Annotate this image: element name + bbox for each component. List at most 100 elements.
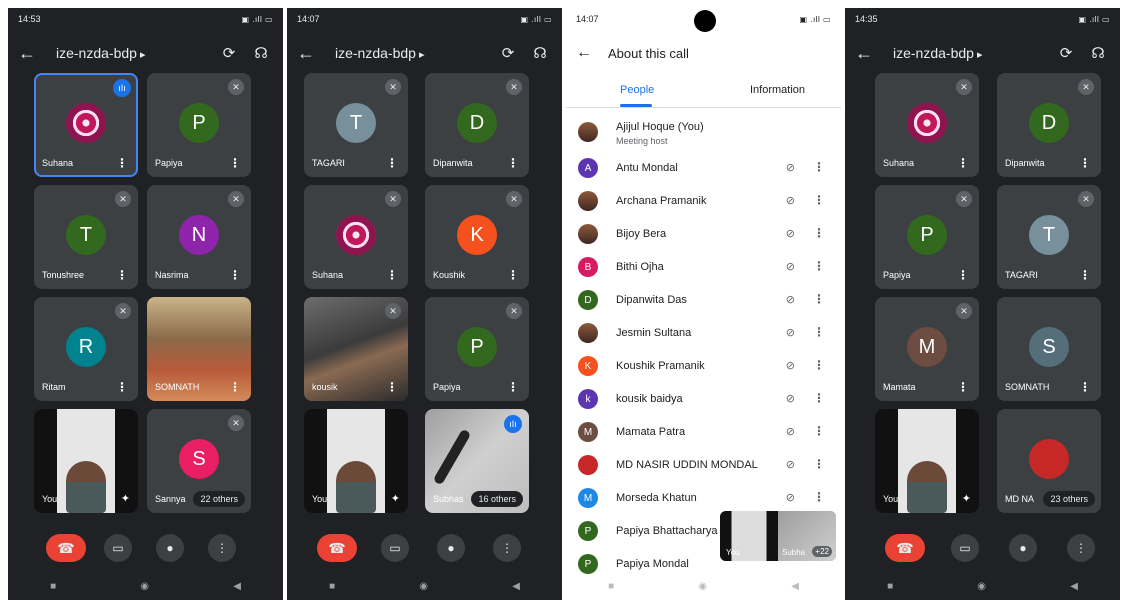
more-options-icon[interactable]: ⋮: [813, 490, 825, 504]
more-options-icon[interactable]: ⋮: [386, 380, 398, 394]
back-icon[interactable]: ◀: [1070, 581, 1078, 592]
participant-tile[interactable]: R ✕ Ritam ⋮: [34, 297, 138, 401]
list-item[interactable]: Archana Pramanik ⊘ ⋮: [566, 185, 841, 218]
back-icon[interactable]: ◀: [512, 581, 520, 592]
participant-tile[interactable]: ıIı Subhas 16 others: [425, 409, 529, 513]
participant-tile[interactable]: M ✕ Mamata ⋮: [875, 297, 979, 401]
participant-tile[interactable]: SOMNATH ⋮: [147, 297, 251, 401]
back-icon[interactable]: ◀: [233, 581, 241, 592]
more-options-button[interactable]: ⋮: [208, 534, 236, 562]
participant-tile[interactable]: T ✕ TAGARI ⋮: [304, 73, 408, 177]
more-options-icon[interactable]: ⋮: [1079, 268, 1091, 282]
more-options-icon[interactable]: ⋮: [116, 156, 128, 170]
tab-information[interactable]: Information: [750, 84, 805, 96]
list-item[interactable]: MD NASIR UDDIN MONDAL ⊘ ⋮: [566, 449, 841, 482]
more-options-icon[interactable]: ⋮: [386, 268, 398, 282]
home-icon[interactable]: ◉: [140, 581, 149, 592]
more-options-icon[interactable]: ⋮: [116, 268, 128, 282]
home-icon[interactable]: ◉: [977, 581, 986, 592]
more-options-icon[interactable]: ⋮: [813, 259, 825, 273]
switch-camera-icon[interactable]: ⟳: [496, 44, 520, 62]
mic-button[interactable]: ●: [1009, 534, 1037, 562]
list-item[interactable]: D Dipanwita Das ⊘ ⋮: [566, 284, 841, 317]
list-item[interactable]: Ajijul Hoque (You) Meeting host: [566, 116, 841, 152]
more-options-icon[interactable]: ⋮: [507, 380, 519, 394]
more-options-icon[interactable]: ⋮: [813, 160, 825, 174]
end-call-button[interactable]: ☎: [885, 534, 925, 562]
back-arrow-icon[interactable]: ←: [855, 43, 875, 64]
list-item[interactable]: k kousik baidya ⊘ ⋮: [566, 383, 841, 416]
more-options-icon[interactable]: ⋮: [957, 156, 969, 170]
more-options-icon[interactable]: ⋮: [507, 156, 519, 170]
participant-tile[interactable]: T ✕ Tonushree ⋮: [34, 185, 138, 289]
back-arrow-icon[interactable]: ←: [576, 44, 596, 62]
more-options-icon[interactable]: ⋮: [813, 424, 825, 438]
home-icon[interactable]: ◉: [698, 581, 707, 592]
participant-tile[interactable]: P ✕ Papiya ⋮: [875, 185, 979, 289]
others-count-badge[interactable]: 22 others: [193, 491, 245, 507]
list-item[interactable]: A Antu Mondal ⊘ ⋮: [566, 152, 841, 185]
participant-tile[interactable]: D ✕ Dipanwita ⋮: [425, 73, 529, 177]
more-options-icon[interactable]: ⋮: [507, 268, 519, 282]
switch-camera-icon[interactable]: ⟳: [1054, 44, 1078, 62]
participant-tile[interactable]: S SOMNATH ⋮: [997, 297, 1101, 401]
mic-button[interactable]: ●: [437, 534, 465, 562]
effects-sparkle-icon[interactable]: ✦: [121, 492, 130, 505]
participant-tile[interactable]: MD NA 23 others: [997, 409, 1101, 513]
more-options-icon[interactable]: ⋮: [116, 380, 128, 394]
meeting-code[interactable]: ize-nzda-bdp: [56, 45, 209, 61]
list-item[interactable]: Bijoy Bera ⊘ ⋮: [566, 218, 841, 251]
others-count-badge[interactable]: 16 others: [471, 491, 523, 507]
recents-icon[interactable]: ■: [50, 581, 56, 592]
participant-tile[interactable]: K ✕ Koushik ⋮: [425, 185, 529, 289]
more-options-button[interactable]: ⋮: [493, 534, 521, 562]
effects-sparkle-icon[interactable]: ✦: [391, 492, 400, 505]
participant-tile[interactable]: T ✕ TAGARI ⋮: [997, 185, 1101, 289]
participant-tile[interactable]: ✕ kousik ⋮: [304, 297, 408, 401]
list-item[interactable]: B Bithi Ojha ⊘ ⋮: [566, 251, 841, 284]
effects-sparkle-icon[interactable]: ✦: [962, 492, 971, 505]
more-options-icon[interactable]: ⋮: [813, 391, 825, 405]
switch-camera-icon[interactable]: ⟳: [217, 44, 241, 62]
more-options-icon[interactable]: ⋮: [957, 380, 969, 394]
back-arrow-icon[interactable]: ←: [297, 43, 317, 64]
more-options-icon[interactable]: ⋮: [1079, 380, 1091, 394]
self-view-tile[interactable]: You ✦: [34, 409, 138, 513]
tab-people[interactable]: People: [620, 84, 654, 96]
participant-tile[interactable]: ıIı Suhana ⋮: [34, 73, 138, 177]
more-options-icon[interactable]: ⋮: [813, 358, 825, 372]
participant-tile[interactable]: S ✕ Sannya 22 others: [147, 409, 251, 513]
recents-icon[interactable]: ■: [329, 581, 335, 592]
mic-button[interactable]: ●: [156, 534, 184, 562]
more-options-icon[interactable]: ⋮: [813, 292, 825, 306]
participant-tile[interactable]: P ✕ Papiya ⋮: [147, 73, 251, 177]
recents-icon[interactable]: ■: [887, 581, 893, 592]
participant-tile[interactable]: ✕ Suhana ⋮: [875, 73, 979, 177]
meeting-code[interactable]: ize-nzda-bdp: [335, 45, 488, 61]
self-view-tile[interactable]: You ✦: [875, 409, 979, 513]
recents-icon[interactable]: ■: [608, 581, 614, 592]
more-options-icon[interactable]: ⋮: [813, 457, 825, 471]
others-count-badge[interactable]: 23 others: [1043, 491, 1095, 507]
picture-in-picture[interactable]: You Subha +22: [720, 511, 836, 561]
audio-output-icon[interactable]: ☊: [528, 44, 552, 62]
camera-button[interactable]: ▭: [951, 534, 979, 562]
self-view-tile[interactable]: You ✦: [304, 409, 408, 513]
back-arrow-icon[interactable]: ←: [18, 43, 38, 64]
list-item[interactable]: K Koushik Pramanik ⊘ ⋮: [566, 350, 841, 383]
participant-tile[interactable]: P ✕ Papiya ⋮: [425, 297, 529, 401]
home-icon[interactable]: ◉: [419, 581, 428, 592]
more-options-icon[interactable]: ⋮: [229, 156, 241, 170]
list-item[interactable]: Jesmin Sultana ⊘ ⋮: [566, 317, 841, 350]
camera-button[interactable]: ▭: [381, 534, 409, 562]
more-options-icon[interactable]: ⋮: [813, 226, 825, 240]
more-options-icon[interactable]: ⋮: [386, 156, 398, 170]
more-options-icon[interactable]: ⋮: [1079, 156, 1091, 170]
audio-output-icon[interactable]: ☊: [249, 44, 273, 62]
camera-button[interactable]: ▭: [104, 534, 132, 562]
audio-output-icon[interactable]: ☊: [1086, 44, 1110, 62]
list-item[interactable]: M Mamata Patra ⊘ ⋮: [566, 416, 841, 449]
more-options-icon[interactable]: ⋮: [813, 193, 825, 207]
more-options-icon[interactable]: ⋮: [957, 268, 969, 282]
participant-tile[interactable]: ✕ Suhana ⋮: [304, 185, 408, 289]
